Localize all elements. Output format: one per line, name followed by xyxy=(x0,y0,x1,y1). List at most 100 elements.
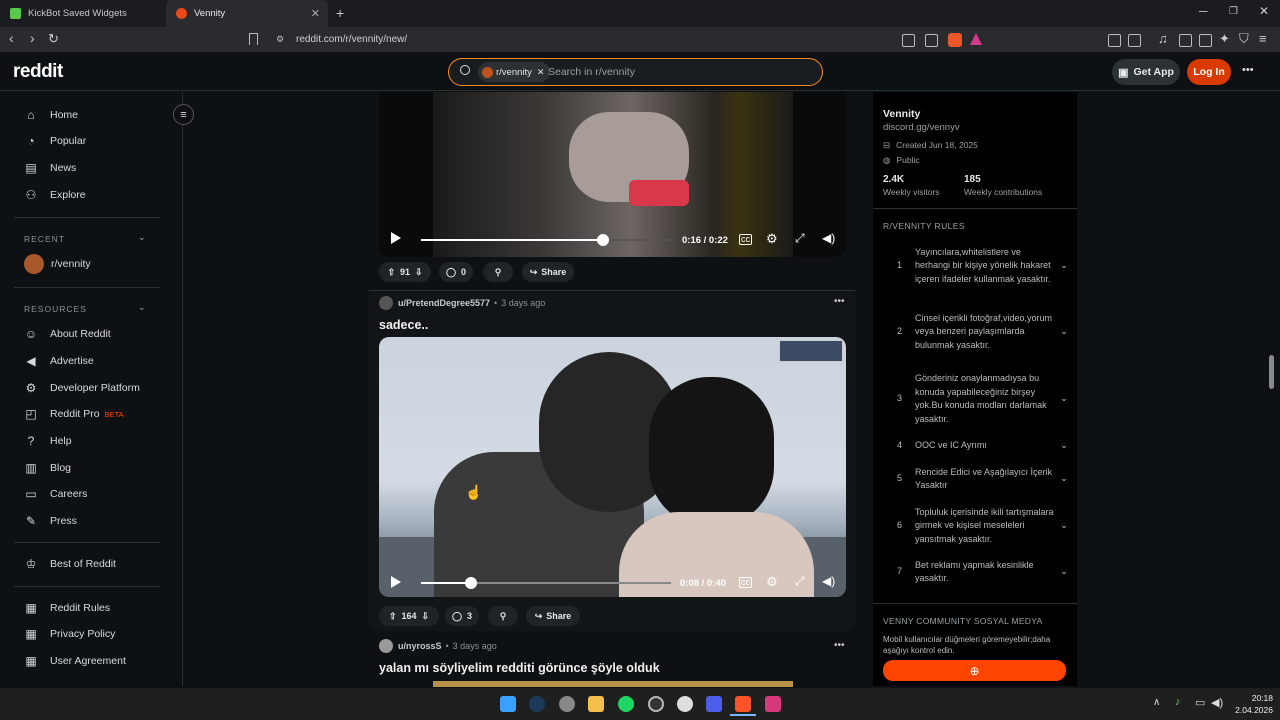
microphone-icon[interactable]: ♪ xyxy=(1175,696,1181,708)
nav-developer-platform[interactable]: ⚙ Developer Platform xyxy=(24,377,140,399)
chevron-down-icon[interactable]: ⌄ xyxy=(1055,558,1073,586)
chevron-down-icon[interactable]: ⌄ xyxy=(138,302,146,313)
upvote-icon[interactable]: ⇧ xyxy=(389,611,397,622)
rule-item[interactable]: 1 Yayıncılara,whitelistlere ve herhangi b… xyxy=(883,239,1073,293)
clock-time[interactable]: 20:18 xyxy=(1233,693,1273,703)
display-icon[interactable]: ▭ xyxy=(1195,696,1205,709)
fullscreen-icon[interactable]: ⤢ xyxy=(795,231,805,246)
post-options-icon[interactable]: ••• xyxy=(834,296,845,307)
remote-desktop-icon[interactable] xyxy=(706,696,722,712)
upvote-icon[interactable]: ⇧ xyxy=(387,267,395,278)
nav-reddit-pro[interactable]: ◰ Reddit Pro BETA xyxy=(24,403,123,425)
app-icon[interactable] xyxy=(559,696,575,712)
nav-news[interactable]: ▤ News xyxy=(24,157,76,179)
spotify-icon[interactable] xyxy=(618,696,634,712)
downvote-icon[interactable]: ⇩ xyxy=(422,611,430,622)
extensions-icon[interactable] xyxy=(1108,34,1121,47)
app-icon[interactable] xyxy=(765,696,781,712)
search-input[interactable]: Search in r/vennity xyxy=(548,66,635,78)
chevron-down-icon[interactable]: ⌄ xyxy=(1055,505,1073,547)
sidebar-toggle-icon[interactable] xyxy=(1179,34,1192,47)
post-video-player[interactable] xyxy=(379,337,846,597)
recent-item-vennity[interactable]: r/vennity xyxy=(24,253,91,275)
nav-best-of-reddit[interactable]: ♔ Best of Reddit xyxy=(24,553,116,575)
chevron-down-icon[interactable]: ⌄ xyxy=(138,232,146,243)
brave-browser-icon[interactable] xyxy=(735,696,751,712)
clock-date[interactable]: 2.04.2026 xyxy=(1223,705,1273,715)
site-info-icon[interactable]: ⚙ xyxy=(276,34,284,45)
nav-reddit-rules[interactable]: ▦ Reddit Rules xyxy=(24,597,110,619)
play-icon[interactable] xyxy=(391,232,401,244)
more-options-icon[interactable]: ••• xyxy=(1242,64,1254,76)
page-scrollbar[interactable] xyxy=(1269,355,1274,389)
video-scrubber[interactable] xyxy=(596,234,609,246)
file-explorer-icon[interactable] xyxy=(588,696,604,712)
settings-icon[interactable]: ⚙ xyxy=(766,574,778,590)
author-avatar[interactable] xyxy=(379,639,393,653)
author-avatar[interactable] xyxy=(379,296,393,310)
post-title[interactable]: sadece.. xyxy=(379,318,428,332)
award-button[interactable]: ⚲ xyxy=(483,262,513,282)
chevron-down-icon[interactable]: ⌄ xyxy=(1055,372,1073,426)
nav-careers[interactable]: ▭ Careers xyxy=(24,483,87,505)
tray-chevron-icon[interactable]: ∧ xyxy=(1153,697,1160,708)
captions-icon[interactable]: cc xyxy=(739,577,752,588)
comments-button[interactable]: ◯ 0 xyxy=(439,262,473,282)
rule-item[interactable]: 6 Topluluk içerisinde ikili tartışmalara … xyxy=(883,505,1073,547)
nav-home[interactable]: ⌂ Home xyxy=(24,104,78,126)
recent-header[interactable]: RECENT xyxy=(24,234,65,244)
nav-advertise[interactable]: ◀ Advertise xyxy=(24,350,93,372)
website-link-button[interactable]: ⊕ xyxy=(883,660,1066,681)
rule-item[interactable]: 4 OOC ve IC Ayrımı ⌄ xyxy=(883,438,1073,454)
nav-press[interactable]: ✎ Press xyxy=(24,510,77,532)
bookmark-icon[interactable] xyxy=(249,33,258,45)
chevron-down-icon[interactable]: ⌄ xyxy=(1055,465,1073,493)
get-app-button[interactable]: ▣ Get App xyxy=(1112,59,1180,85)
nav-blog[interactable]: ▥ Blog xyxy=(24,457,71,479)
browser-tab-vennity[interactable]: Vennity ✕ xyxy=(166,0,328,27)
back-icon[interactable]: ‹ xyxy=(9,30,14,46)
volume-icon[interactable]: ◀) xyxy=(822,231,835,245)
remove-scope-icon[interactable]: ✕ xyxy=(537,67,545,78)
address-bar[interactable]: reddit.com/r/vennity/new/ xyxy=(270,30,990,50)
restore-icon[interactable]: ❐ xyxy=(1229,6,1238,17)
nav-help[interactable]: ? Help xyxy=(24,430,72,452)
leo-ai-icon[interactable]: ✦ xyxy=(1219,31,1230,47)
github-icon[interactable] xyxy=(648,696,664,712)
login-button[interactable]: Log In xyxy=(1187,59,1231,85)
settings-app-icon[interactable] xyxy=(677,696,693,712)
post-author[interactable]: u/PretendDegree5577 xyxy=(398,298,490,308)
captions-icon[interactable]: cc xyxy=(739,234,752,245)
comments-button[interactable]: ◯ 3 xyxy=(445,606,479,626)
community-link[interactable]: discord.gg/vennyv xyxy=(883,122,960,133)
close-tab-icon[interactable]: ✕ xyxy=(311,7,320,20)
chevron-down-icon[interactable]: ⌄ xyxy=(1055,305,1073,359)
nav-user-agreement[interactable]: ▦ User Agreement xyxy=(24,650,126,672)
brave-rewards-icon[interactable] xyxy=(970,33,982,45)
screenshot-icon[interactable] xyxy=(1128,34,1141,47)
chevron-down-icon[interactable]: ⌄ xyxy=(1055,239,1073,293)
rule-item[interactable]: 5 Rencide Edici ve Aşağılayıcı İçerik Yas… xyxy=(883,465,1073,493)
nav-popular[interactable]: ◔ Popular xyxy=(24,130,86,152)
media-icon[interactable]: ♫ xyxy=(1158,31,1168,46)
reload-icon[interactable]: ↻ xyxy=(48,31,59,47)
rule-item[interactable]: 3 Gönderiniz onaylanmadıysa bu konuda yap… xyxy=(883,372,1073,426)
post-options-icon[interactable]: ••• xyxy=(834,640,845,651)
minimize-icon[interactable]: ─ xyxy=(1199,4,1208,18)
volume-icon[interactable]: ◀) xyxy=(822,574,835,588)
collapse-sidebar-icon[interactable]: ≡ xyxy=(173,104,194,125)
browser-tab-kickbot[interactable]: KickBot Saved Widgets xyxy=(0,0,166,27)
forward-icon[interactable]: › xyxy=(30,30,35,46)
fullscreen-icon[interactable]: ⤢ xyxy=(795,574,805,589)
share-button[interactable]: ↪ Share xyxy=(526,606,580,626)
post-media-preview[interactable] xyxy=(433,681,793,687)
nav-privacy-policy[interactable]: ▦ Privacy Policy xyxy=(24,623,115,645)
post-author[interactable]: u/nyrossS xyxy=(398,641,442,651)
post-title[interactable]: yalan mı söyliyelim redditi görünce şöyl… xyxy=(379,661,660,675)
settings-icon[interactable]: ⚙ xyxy=(766,231,778,247)
rule-item[interactable]: 7 Bet reklamı yapmak kesinlikle yasaktır.… xyxy=(883,558,1073,586)
downvote-icon[interactable]: ⇩ xyxy=(415,267,423,278)
video-scrubber[interactable] xyxy=(465,577,477,589)
award-button[interactable]: ⚲ xyxy=(488,606,518,626)
wallet-icon[interactable] xyxy=(1199,34,1212,47)
